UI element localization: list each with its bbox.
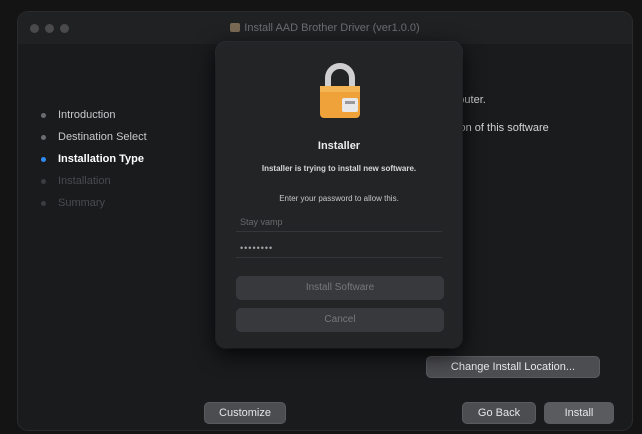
install-software-button[interactable]: Install Software	[236, 276, 444, 300]
package-icon	[230, 23, 241, 32]
step-label: Summary	[58, 197, 106, 209]
password-field[interactable]: ••••••••	[236, 238, 442, 258]
installer-window: Install AAD Brother Driver (ver1.0.0) In…	[18, 12, 632, 430]
step-label: Destination Select	[58, 131, 147, 143]
change-install-location-button[interactable]: Change Install Location...	[426, 356, 600, 378]
customize-button[interactable]: Customize	[204, 402, 286, 424]
window-title-text: Install AAD Brother Driver (ver1.0.0)	[244, 22, 420, 34]
step-destination-select: Destination Select	[36, 126, 206, 148]
password-dialog: Installer Installer is trying to install…	[216, 42, 462, 348]
step-label: Installation Type	[58, 153, 144, 165]
step-summary: Summary	[36, 192, 206, 214]
lock-icon	[320, 63, 360, 118]
step-bullet	[41, 157, 46, 162]
step-bullet	[41, 113, 46, 118]
title-bar: Install AAD Brother Driver (ver1.0.0)	[18, 12, 632, 44]
step-installation-type: Installation Type	[36, 148, 206, 170]
install-button[interactable]: Install	[544, 402, 614, 424]
step-label: Installation	[58, 175, 111, 187]
step-label: Introduction	[58, 109, 116, 121]
installation-steps: Introduction Destination Select Installa…	[36, 104, 206, 214]
cancel-button[interactable]: Cancel	[236, 308, 444, 332]
dialog-title: Installer	[317, 140, 361, 152]
dialog-message: Installer is trying to install new softw…	[261, 164, 417, 173]
step-bullet	[41, 179, 46, 184]
step-introduction: Introduction	[36, 104, 206, 126]
step-installation: Installation	[36, 170, 206, 192]
username-field[interactable]: Stay vamp	[236, 212, 442, 232]
window-title: Install AAD Brother Driver (ver1.0.0)	[18, 22, 632, 34]
dialog-prompt: Enter your password to allow this.	[279, 194, 399, 203]
step-bullet	[41, 201, 46, 206]
go-back-button[interactable]: Go Back	[462, 402, 536, 424]
step-bullet	[41, 135, 46, 140]
